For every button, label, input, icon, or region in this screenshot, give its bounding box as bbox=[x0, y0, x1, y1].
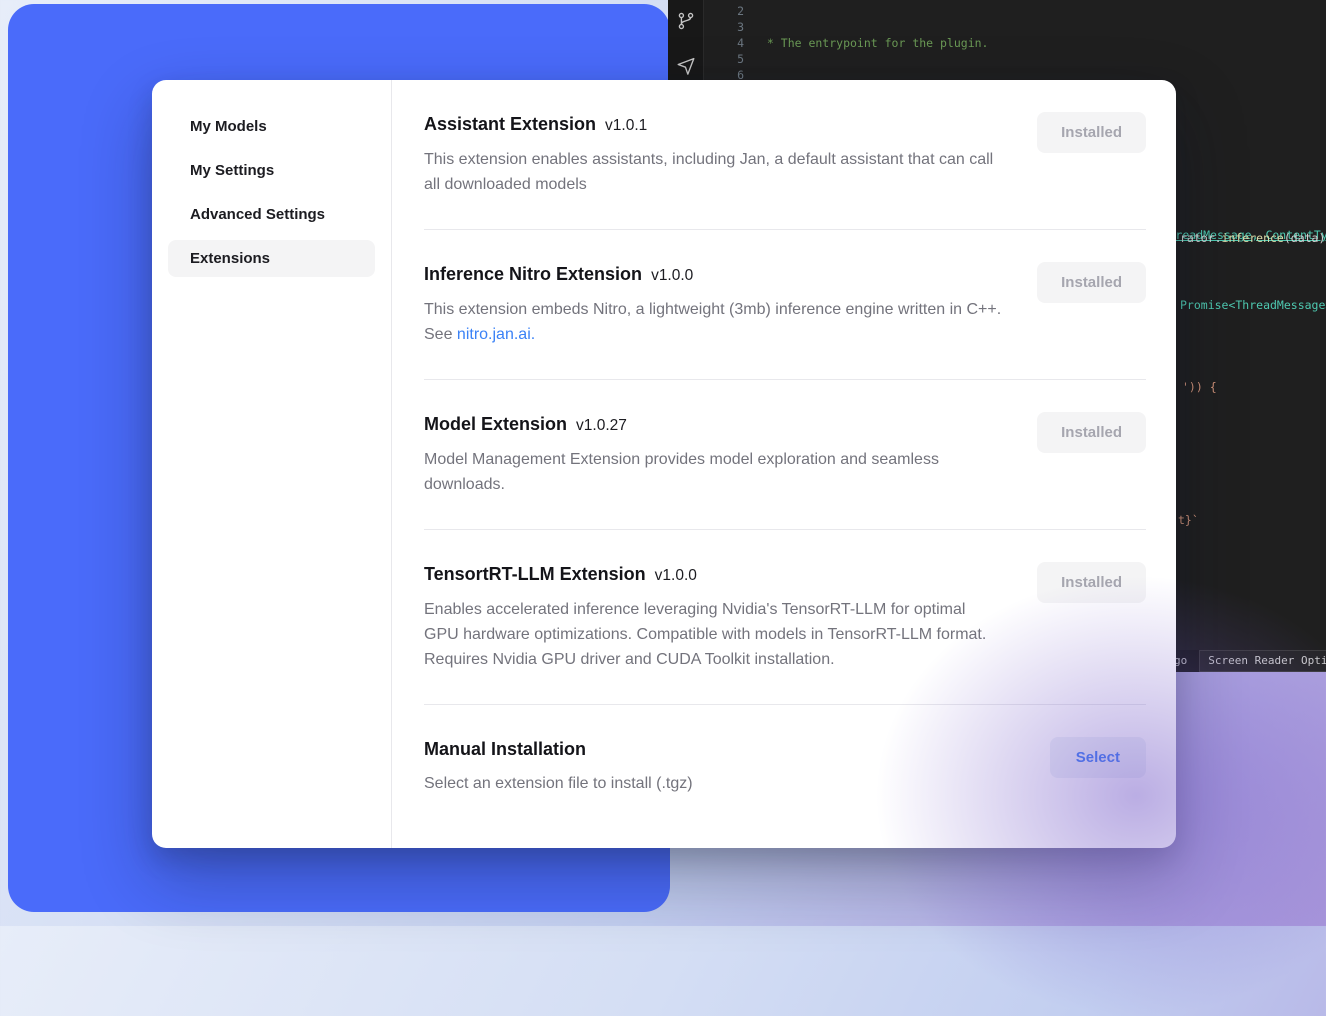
sidebar-item-advanced-settings[interactable]: Advanced Settings bbox=[168, 196, 375, 233]
installed-button[interactable]: Installed bbox=[1037, 562, 1146, 603]
extension-title: TensortRT-LLM Extension v1.0.0 bbox=[424, 562, 1002, 588]
sidebar-item-my-models[interactable]: My Models bbox=[168, 108, 375, 145]
code-fragment: t}` bbox=[1178, 512, 1199, 528]
git-branch-icon[interactable] bbox=[675, 10, 697, 32]
line-number: 4 bbox=[724, 35, 744, 51]
manual-installation-description: Select an extension file to install (.tg… bbox=[424, 771, 1002, 796]
sidebar-item-my-settings[interactable]: My Settings bbox=[168, 152, 375, 189]
code-line-comment: * The entrypoint for the plugin. bbox=[760, 35, 1326, 51]
nitro-jan-ai-link[interactable]: nitro.jan.ai. bbox=[457, 326, 535, 343]
line-number: 3 bbox=[724, 19, 744, 35]
code-fragment-fn: inference bbox=[1222, 231, 1284, 245]
manual-installation-row: Manual Installation Select an extension … bbox=[424, 705, 1146, 828]
extension-name: Assistant Extension bbox=[424, 114, 596, 134]
select-file-button[interactable]: Select bbox=[1050, 737, 1146, 778]
manual-installation-title: Manual Installation bbox=[424, 737, 1002, 762]
extension-info: Assistant Extension v1.0.1 This extension… bbox=[424, 112, 1002, 197]
send-icon[interactable] bbox=[675, 54, 697, 76]
extension-row-tensorrt: TensortRT-LLM Extension v1.0.0 Enables ac… bbox=[424, 530, 1146, 705]
code-fragment: Promise<ThreadMessage> bbox=[1180, 297, 1326, 313]
installed-button[interactable]: Installed bbox=[1037, 262, 1146, 303]
extension-row-nitro: Inference Nitro Extension v1.0.0 This ext… bbox=[424, 230, 1146, 380]
line-number: 2 bbox=[724, 3, 744, 19]
extension-version: v1.0.1 bbox=[605, 117, 647, 134]
extensions-list: Assistant Extension v1.0.1 This extension… bbox=[392, 80, 1176, 848]
settings-modal: My Models My Settings Advanced Settings … bbox=[152, 80, 1176, 848]
extension-description: Model Management Extension provides mode… bbox=[424, 447, 1002, 497]
extension-title: Inference Nitro Extension v1.0.0 bbox=[424, 262, 1002, 288]
extension-title: Assistant Extension v1.0.1 bbox=[424, 112, 1002, 138]
installed-button[interactable]: Installed bbox=[1037, 412, 1146, 453]
line-number: 5 bbox=[724, 51, 744, 67]
extension-info: TensortRT-LLM Extension v1.0.0 Enables ac… bbox=[424, 562, 1002, 672]
code-fragment: rator.inference(data)); bbox=[1180, 230, 1326, 246]
settings-sidebar: My Models My Settings Advanced Settings … bbox=[152, 80, 392, 848]
extension-version: v1.0.0 bbox=[655, 567, 697, 584]
installed-button[interactable]: Installed bbox=[1037, 112, 1146, 153]
extension-row-assistant: Assistant Extension v1.0.1 This extension… bbox=[424, 80, 1146, 230]
extension-name: TensortRT-LLM Extension bbox=[424, 564, 646, 584]
code-fragment-args: (data)); bbox=[1284, 231, 1326, 245]
extension-name: Inference Nitro Extension bbox=[424, 264, 642, 284]
extension-row-model: Model Extension v1.0.27 Model Management … bbox=[424, 380, 1146, 530]
code-fragment-text: rator. bbox=[1180, 231, 1222, 245]
line-numbers: 2 3 4 5 6 bbox=[724, 3, 744, 83]
extension-title: Model Extension v1.0.27 bbox=[424, 412, 1002, 438]
extension-info: Model Extension v1.0.27 Model Management … bbox=[424, 412, 1002, 497]
sidebar-item-extensions[interactable]: Extensions bbox=[168, 240, 375, 277]
extension-description: Enables accelerated inference leveraging… bbox=[424, 597, 1002, 672]
extension-info: Manual Installation Select an extension … bbox=[424, 737, 1002, 796]
extension-version: v1.0.27 bbox=[576, 417, 627, 434]
extension-name: Model Extension bbox=[424, 414, 567, 434]
extension-description: This extension enables assistants, inclu… bbox=[424, 147, 1002, 197]
code-fragment: ')) { bbox=[1182, 379, 1217, 395]
screen-reader-chip[interactable]: Screen Reader Optimize bbox=[1199, 650, 1326, 672]
extension-info: Inference Nitro Extension v1.0.0 This ext… bbox=[424, 262, 1002, 347]
extension-version: v1.0.0 bbox=[651, 267, 693, 284]
extension-description: This extension embeds Nitro, a lightweig… bbox=[424, 297, 1002, 347]
